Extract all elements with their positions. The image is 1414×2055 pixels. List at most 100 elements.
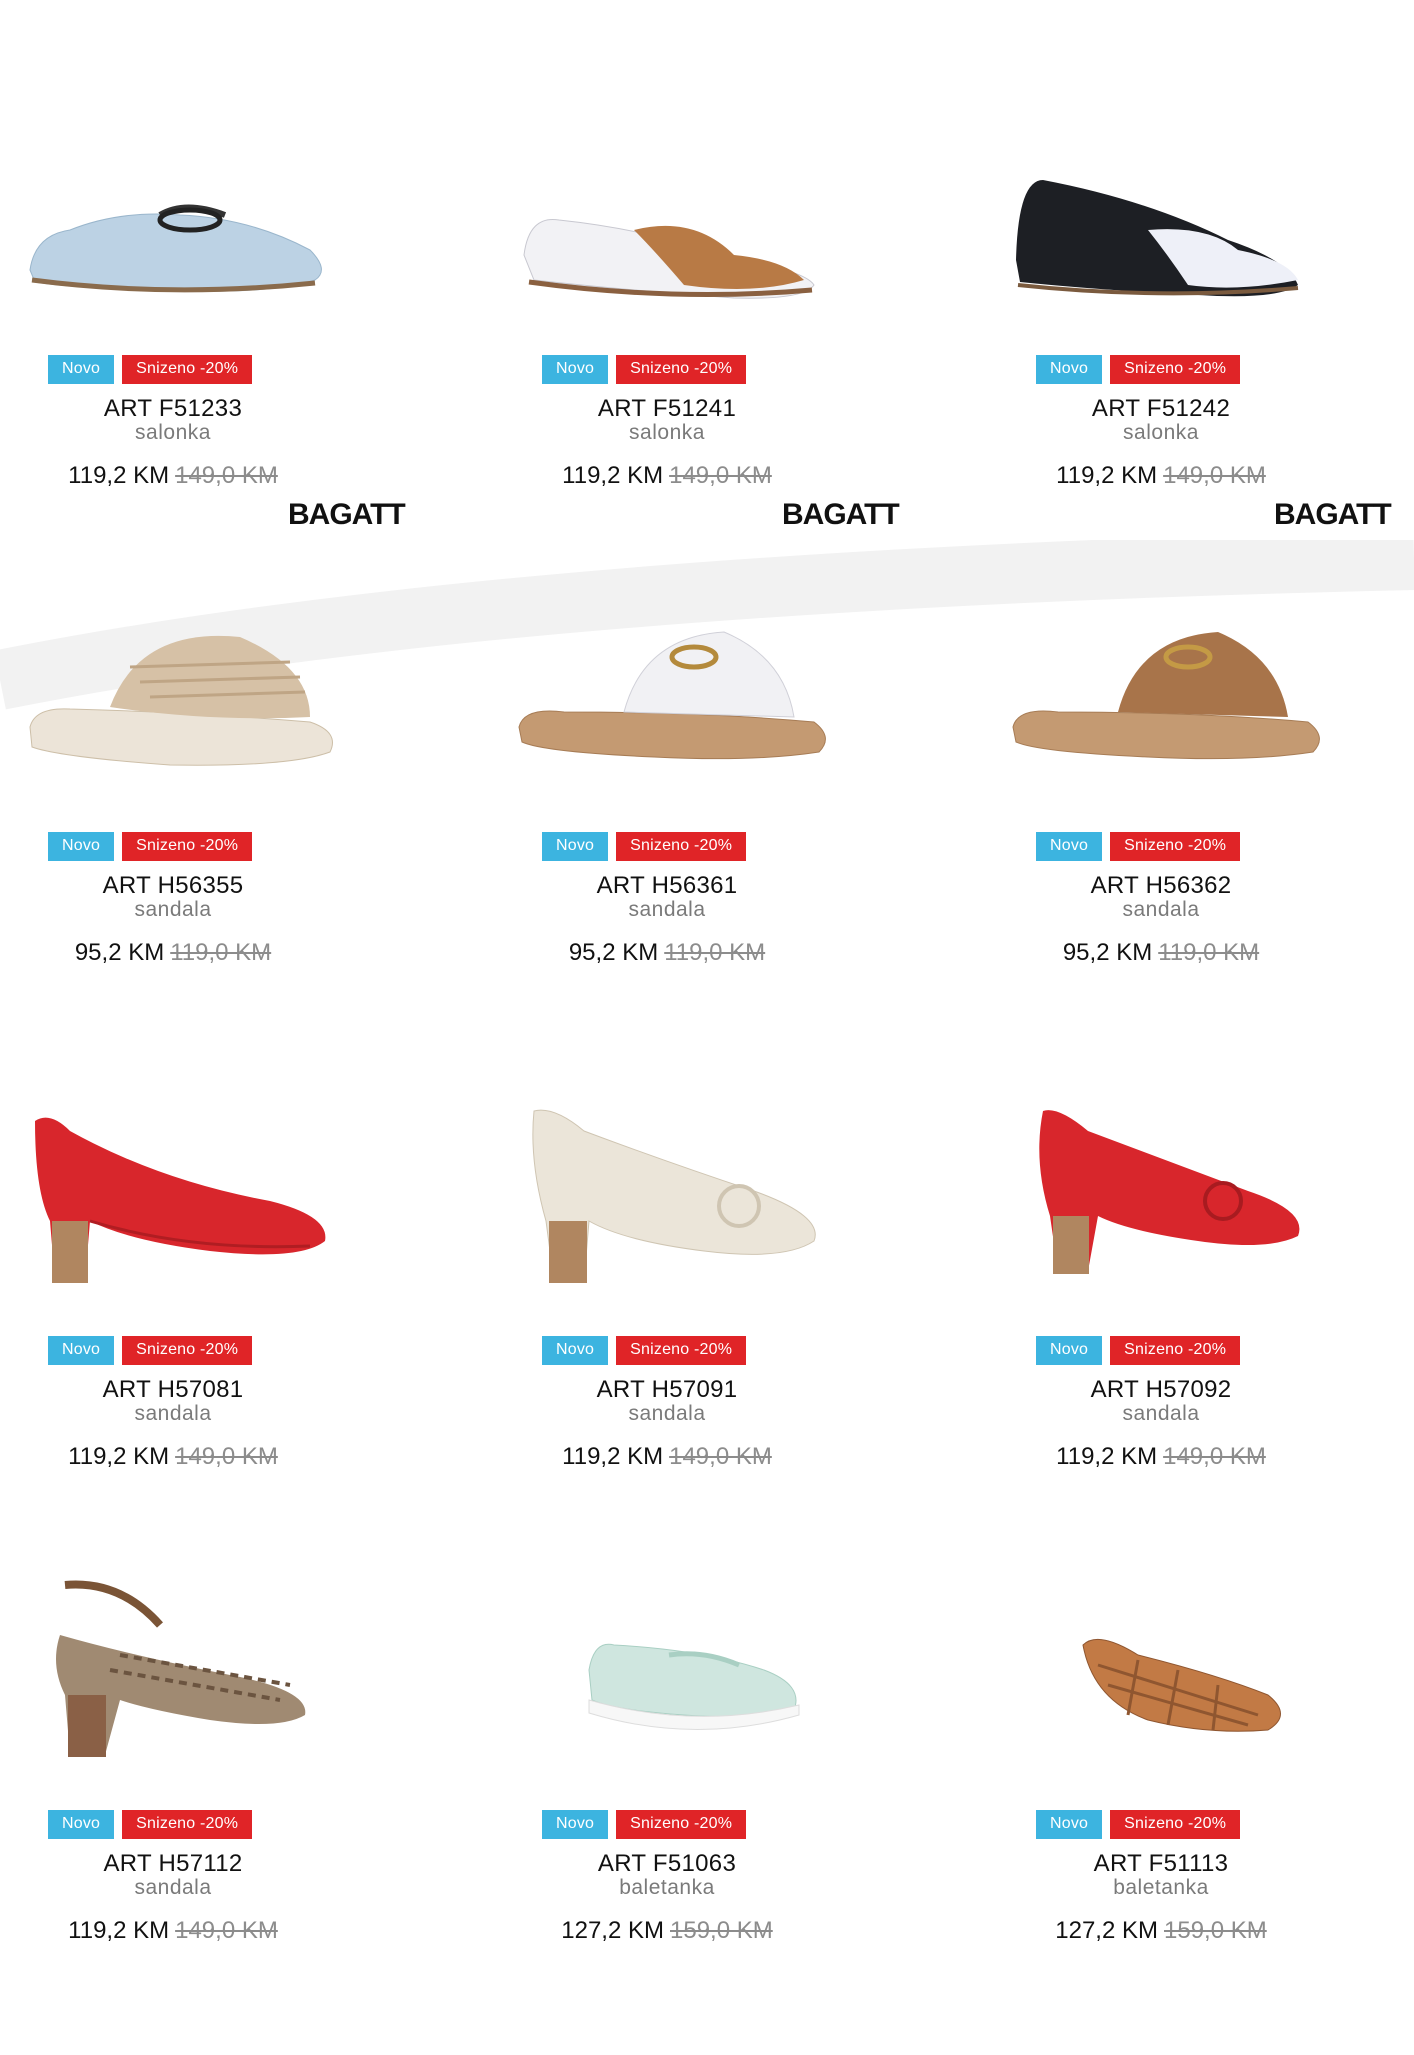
shoe-image[interactable] xyxy=(10,120,350,360)
product-category: sandala xyxy=(1122,1402,1200,1425)
shoe-image[interactable] xyxy=(998,1101,1338,1341)
price-current: 95,2 KM xyxy=(1062,939,1153,966)
price-current: 119,2 KM xyxy=(1056,1443,1158,1470)
new-badge: Novo xyxy=(542,1336,609,1365)
new-badge: Novo xyxy=(48,1336,115,1365)
product-name[interactable]: ART F51233 xyxy=(0,395,346,423)
price-current: 119,2 KM xyxy=(562,1443,664,1470)
product-card[interactable]: Novo Snizeno -20% ART F51063 baletanka 1… xyxy=(494,1575,990,2055)
sale-badge: Snizeno -20% xyxy=(616,1810,747,1839)
product-category: baletanka xyxy=(1113,1876,1209,1899)
product-card[interactable]: Novo Snizeno -20% ART H57081 sandala 119… xyxy=(0,1101,496,1581)
price-current: 127,2 KM xyxy=(561,1917,664,1944)
product-card[interactable]: Novo Snizeno -20% ART H57112 sandala 119… xyxy=(0,1575,496,2055)
price: 95,2 KM 119,0 KM xyxy=(494,939,840,967)
price-old: 149,0 KM xyxy=(669,1443,772,1470)
product-category: sandala xyxy=(1122,898,1200,921)
sale-badge: Snizeno -20% xyxy=(616,355,747,384)
product-name[interactable]: ART H56362 xyxy=(988,872,1334,900)
price-old: 119,0 KM xyxy=(1158,939,1260,966)
price-current: 119,2 KM xyxy=(562,462,664,489)
sale-badge: Snizeno -20% xyxy=(122,355,253,384)
price-old: 149,0 KM xyxy=(175,1443,278,1470)
price-old: 149,0 KM xyxy=(669,462,772,489)
price-current: 95,2 KM xyxy=(74,939,165,966)
new-badge: Novo xyxy=(542,1810,609,1839)
product-category: salonka xyxy=(629,421,705,444)
price: 127,2 KM 159,0 KM xyxy=(988,1917,1334,1945)
new-badge: Novo xyxy=(1036,832,1103,861)
price-current: 119,2 KM xyxy=(68,1443,170,1470)
product-card[interactable]: Novo Snizeno -20% ART F51241 salonka 119… xyxy=(494,120,990,600)
product-name[interactable]: ART H56355 xyxy=(0,872,346,900)
sale-badge: Snizeno -20% xyxy=(1110,1336,1241,1365)
product-category: sandala xyxy=(134,898,212,921)
product-name[interactable]: ART F51242 xyxy=(988,395,1334,423)
price: 119,2 KM 149,0 KM xyxy=(494,462,840,490)
price-current: 95,2 KM xyxy=(568,939,659,966)
product-card[interactable]: Novo Snizeno -20% ART F51233 salonka 119… xyxy=(0,120,496,600)
shoe-image[interactable] xyxy=(504,1101,844,1341)
product-name[interactable]: ART H57081 xyxy=(0,1376,346,1404)
product-name[interactable]: ART F51063 xyxy=(494,1850,840,1878)
shoe-image[interactable] xyxy=(10,1575,350,1815)
price-old: 149,0 KM xyxy=(175,462,278,489)
product-name[interactable]: ART F51113 xyxy=(988,1850,1334,1878)
shoe-image[interactable] xyxy=(504,597,844,837)
sale-badge: Snizeno -20% xyxy=(616,832,747,861)
price: 119,2 KM 149,0 KM xyxy=(988,1443,1334,1471)
product-card[interactable]: Novo Snizeno -20% ART F51242 salonka 119… xyxy=(988,120,1414,600)
price: 119,2 KM 149,0 KM xyxy=(0,462,346,490)
product-name[interactable]: ART H57092 xyxy=(988,1376,1334,1404)
price: 119,2 KM 149,0 KM xyxy=(0,1443,346,1471)
product-card[interactable]: Novo Snizeno -20% ART H56361 sandala 95,… xyxy=(494,597,990,1077)
product-category: salonka xyxy=(1123,421,1199,444)
product-card[interactable]: Novo Snizeno -20% ART F51113 baletanka 1… xyxy=(988,1575,1414,2055)
shoe-image[interactable] xyxy=(504,1575,844,1815)
sale-badge: Snizeno -20% xyxy=(1110,355,1241,384)
price-current: 119,2 KM xyxy=(68,1917,170,1944)
price-old: 149,0 KM xyxy=(1163,462,1266,489)
new-badge: Novo xyxy=(48,355,115,384)
product-category: sandala xyxy=(134,1402,212,1425)
sale-badge: Snizeno -20% xyxy=(122,832,253,861)
shoe-image[interactable] xyxy=(998,120,1338,360)
price-old: 159,0 KM xyxy=(670,1917,773,1944)
new-badge: Novo xyxy=(542,355,609,384)
product-name[interactable]: ART H57091 xyxy=(494,1376,840,1404)
product-name[interactable]: ART H57112 xyxy=(0,1850,346,1878)
product-card[interactable]: Novo Snizeno -20% ART H57092 sandala 119… xyxy=(988,1101,1414,1581)
price: 119,2 KM 149,0 KM xyxy=(988,462,1334,490)
price-current: 119,2 KM xyxy=(68,462,170,489)
product-card[interactable]: Novo Snizeno -20% ART H56362 sandala 95,… xyxy=(988,597,1414,1077)
shoe-image[interactable] xyxy=(504,120,844,360)
brand-logo: BAGATT xyxy=(1274,498,1392,531)
sale-badge: Snizeno -20% xyxy=(122,1810,253,1839)
sale-badge: Snizeno -20% xyxy=(122,1336,253,1365)
product-category: sandala xyxy=(628,898,706,921)
price-old: 149,0 KM xyxy=(175,1917,278,1944)
sale-badge: Snizeno -20% xyxy=(616,1336,747,1365)
product-card[interactable]: Novo Snizeno -20% ART H57091 sandala 119… xyxy=(494,1101,990,1581)
new-badge: Novo xyxy=(542,832,609,861)
price-old: 119,0 KM xyxy=(170,939,272,966)
new-badge: Novo xyxy=(48,1810,115,1839)
price: 119,2 KM 149,0 KM xyxy=(0,1917,346,1945)
product-name[interactable]: ART H56361 xyxy=(494,872,840,900)
shoe-image[interactable] xyxy=(10,1101,350,1341)
new-badge: Novo xyxy=(1036,355,1103,384)
price: 95,2 KM 119,0 KM xyxy=(988,939,1334,967)
new-badge: Novo xyxy=(1036,1810,1103,1839)
price-current: 119,2 KM xyxy=(1056,462,1158,489)
brand-logo: BAGATT xyxy=(288,498,406,531)
sale-badge: Snizeno -20% xyxy=(1110,1810,1241,1839)
product-name[interactable]: ART F51241 xyxy=(494,395,840,423)
product-category: sandala xyxy=(628,1402,706,1425)
price-old: 159,0 KM xyxy=(1164,1917,1267,1944)
sale-badge: Snizeno -20% xyxy=(1110,832,1241,861)
product-card[interactable]: Novo Snizeno -20% ART H56355 sandala 95,… xyxy=(0,597,496,1077)
shoe-image[interactable] xyxy=(998,597,1338,837)
shoe-image[interactable] xyxy=(10,597,350,837)
shoe-image[interactable] xyxy=(998,1575,1338,1815)
product-category: salonka xyxy=(135,421,211,444)
